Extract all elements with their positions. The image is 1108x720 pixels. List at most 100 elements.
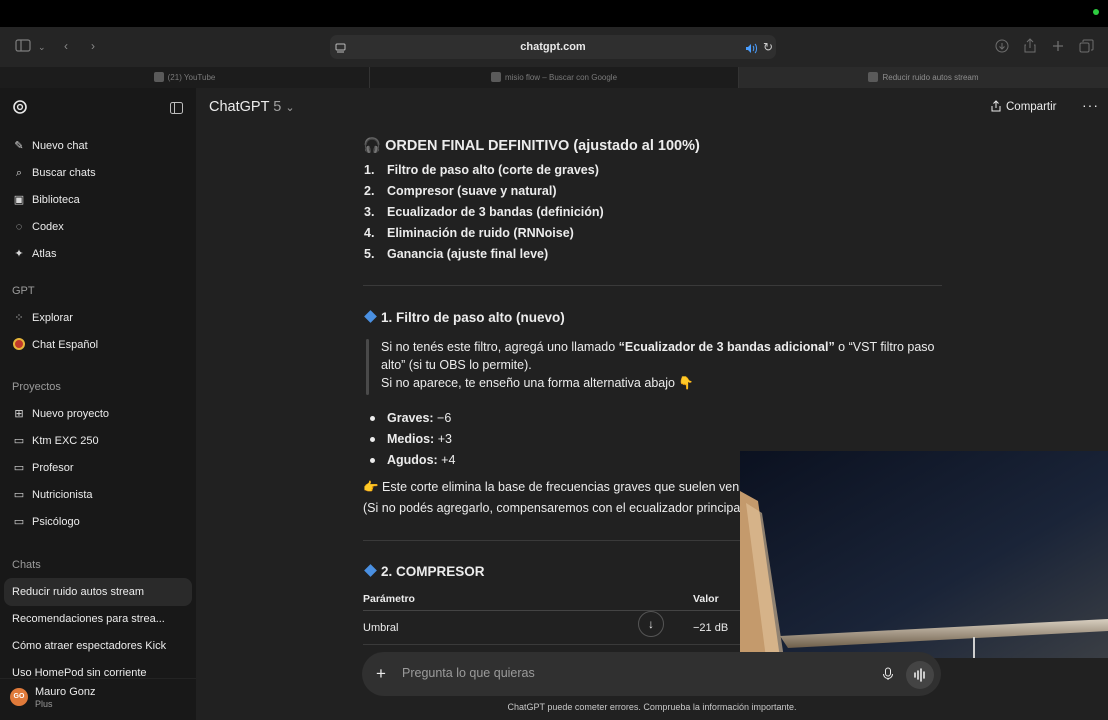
blue-diamond-icon [364, 310, 377, 323]
quote-line-1: Si no tenés este filtro, agregá uno llam… [381, 338, 935, 356]
bullet-value: +3 [437, 432, 452, 446]
tab-youtube[interactable]: (21) YouTube [0, 67, 369, 88]
title-text: ORDEN FINAL DEFINITIVO (ajustado al 100%… [385, 138, 700, 154]
table-header-valor: Valor [693, 593, 719, 605]
tab-google[interactable]: misio flow – Buscar con Google [370, 67, 738, 88]
tab-chatgpt[interactable]: Reducir ruido autos stream [739, 67, 1108, 88]
more-options-icon[interactable]: ··· [1082, 97, 1099, 113]
blockquote-bar [366, 339, 369, 395]
model-selector[interactable]: ChatGPT 5 ⌄ [209, 99, 295, 115]
chat-item-atraer-espectadores[interactable]: Cómo atraer espectadores Kick [12, 640, 166, 652]
sidebar-item-nutricionista[interactable]: ▭ Nutricionista [12, 488, 93, 502]
grid-icon: ⁘ [14, 312, 24, 324]
sidebar-item-nuevo-proyecto[interactable]: ⊞ Nuevo proyecto [12, 407, 109, 421]
download-icon[interactable] [995, 39, 1009, 58]
tab-overview-icon[interactable] [1079, 39, 1094, 58]
sidebar-item-biblioteca[interactable]: ▣ Biblioteca [12, 193, 80, 207]
folder-icon: ▭ [13, 489, 25, 501]
openai-logo-icon[interactable] [12, 99, 28, 120]
sidebar-item-label: Codex [32, 221, 64, 233]
quote-line-2: alto” (si tu OBS lo permite). [381, 358, 532, 372]
sidebar-item-nuevo-chat[interactable]: ✎ Nuevo chat [12, 139, 88, 153]
address-bar[interactable]: chatgpt.com [330, 35, 776, 59]
user-panel[interactable] [0, 678, 196, 720]
forward-icon[interactable]: › [91, 38, 95, 54]
tab-label: Reducir ruido autos stream [882, 73, 979, 82]
divider [363, 285, 942, 286]
bullet-dot [370, 416, 375, 421]
chevron-down-icon[interactable]: ⌄ [38, 39, 46, 55]
bullet-graves: Graves: −6 [387, 409, 451, 427]
headphones-icon: 🎧 [363, 138, 382, 154]
sidebar-toggle-icon[interactable] [15, 39, 31, 56]
sidebar-item-label: Psicólogo [32, 516, 80, 528]
tab-bar: (21) YouTube misio flow – Buscar con Goo… [0, 67, 1108, 88]
edit-icon: ✎ [14, 140, 24, 152]
sidebar-item-chat-espanol[interactable]: Chat Español [12, 338, 98, 352]
url-text: chatgpt.com [520, 41, 586, 53]
youtube-favicon-icon [153, 72, 164, 82]
camera-indicator-icon [1093, 9, 1099, 15]
section-2-heading: 2. COMPRESOR [363, 563, 485, 581]
microphone-icon[interactable] [882, 667, 894, 686]
sidebar [0, 88, 196, 720]
chat-item-reducir-ruido[interactable]: Reducir ruido autos stream [12, 586, 144, 598]
gpt-avatar-icon [12, 338, 26, 352]
quote-text: Si no tenés este filtro, agregá uno llam… [381, 340, 619, 354]
model-version: 5 [273, 99, 282, 115]
avatar[interactable]: GO [10, 688, 28, 706]
user-plan: Plus [35, 699, 53, 709]
sidebar-item-psicologo[interactable]: ▭ Psicólogo [12, 515, 80, 529]
close-sidebar-icon[interactable] [170, 101, 183, 119]
step-text: Ecualizador de 3 bandas (definición) [387, 205, 604, 219]
add-attachment-icon[interactable]: + [376, 664, 386, 684]
step-number: 1. [364, 163, 375, 177]
share-button[interactable]: Compartir [990, 100, 1056, 115]
codex-icon: ◌ [15, 221, 23, 233]
back-icon[interactable]: ‹ [64, 38, 68, 54]
sidebar-item-atlas[interactable]: ✦ Atlas [12, 247, 56, 261]
chat-item-homepod[interactable]: Uso HomePod sin corriente [12, 667, 147, 678]
step-number: 4. [364, 226, 375, 240]
new-tab-icon[interactable] [1052, 39, 1064, 57]
section-title: 1. Filtro de paso alto (nuevo) [381, 310, 565, 325]
projects-section-header: Proyectos [12, 381, 61, 393]
sidebar-item-profesor[interactable]: ▭ Profesor [12, 461, 74, 475]
prompt-input[interactable]: Pregunta lo que quieras [402, 666, 535, 680]
video-overlay[interactable] [740, 451, 1108, 658]
step-text: Ganancia (ajuste final leve) [387, 247, 549, 261]
scroll-down-button[interactable]: ↓ [638, 611, 664, 637]
folder-icon: ▭ [13, 435, 25, 447]
audio-playing-icon[interactable] [745, 41, 758, 59]
tab-label: misio flow – Buscar con Google [504, 73, 618, 82]
voice-mode-button[interactable] [906, 661, 934, 689]
chat-item-recomendaciones[interactable]: Recomendaciones para strea... [12, 613, 165, 625]
video-frame-icon [740, 451, 1108, 658]
sidebar-item-buscar-chats[interactable]: ⌕ Buscar chats [12, 166, 96, 180]
google-favicon-icon [490, 72, 501, 82]
atlas-icon: ✦ [14, 248, 24, 260]
library-icon: ▣ [13, 194, 25, 206]
arrow-down-icon: ↓ [648, 617, 654, 631]
sidebar-item-explorar[interactable]: ⁘ Explorar [12, 311, 73, 325]
system-top-bar [0, 0, 1108, 27]
model-name: ChatGPT [209, 99, 270, 115]
sidebar-item-codex[interactable]: ◌ Codex [12, 220, 64, 234]
table-cell-param: Umbral [363, 622, 399, 634]
bullet-agudos: Agudos: +4 [387, 451, 455, 469]
sidebar-item-ktm[interactable]: ▭ Ktm EXC 250 [12, 434, 99, 448]
sidebar-item-label: Nuevo chat [32, 140, 88, 152]
note-line-2: (Si no podés agregarlo, compensaremos co… [363, 501, 744, 515]
waveform-icon [914, 668, 925, 682]
reader-icon[interactable] [335, 41, 346, 59]
reload-icon[interactable]: ↻ [763, 39, 773, 55]
table-header-parametro: Parámetro [363, 593, 415, 605]
bullet-dot [370, 437, 375, 442]
chat-list-clip: Uso HomePod sin corriente [0, 666, 196, 678]
section-1-heading: 1. Filtro de paso alto (nuevo) [363, 309, 565, 327]
disclaimer-footer: ChatGPT puede cometer errores. Comprueba… [507, 702, 797, 712]
table-cell-value: −21 dB [693, 622, 729, 634]
sidebar-item-label: Nuevo proyecto [32, 408, 110, 420]
share-icon[interactable] [1023, 38, 1037, 58]
chats-section-header: Chats [12, 559, 41, 571]
